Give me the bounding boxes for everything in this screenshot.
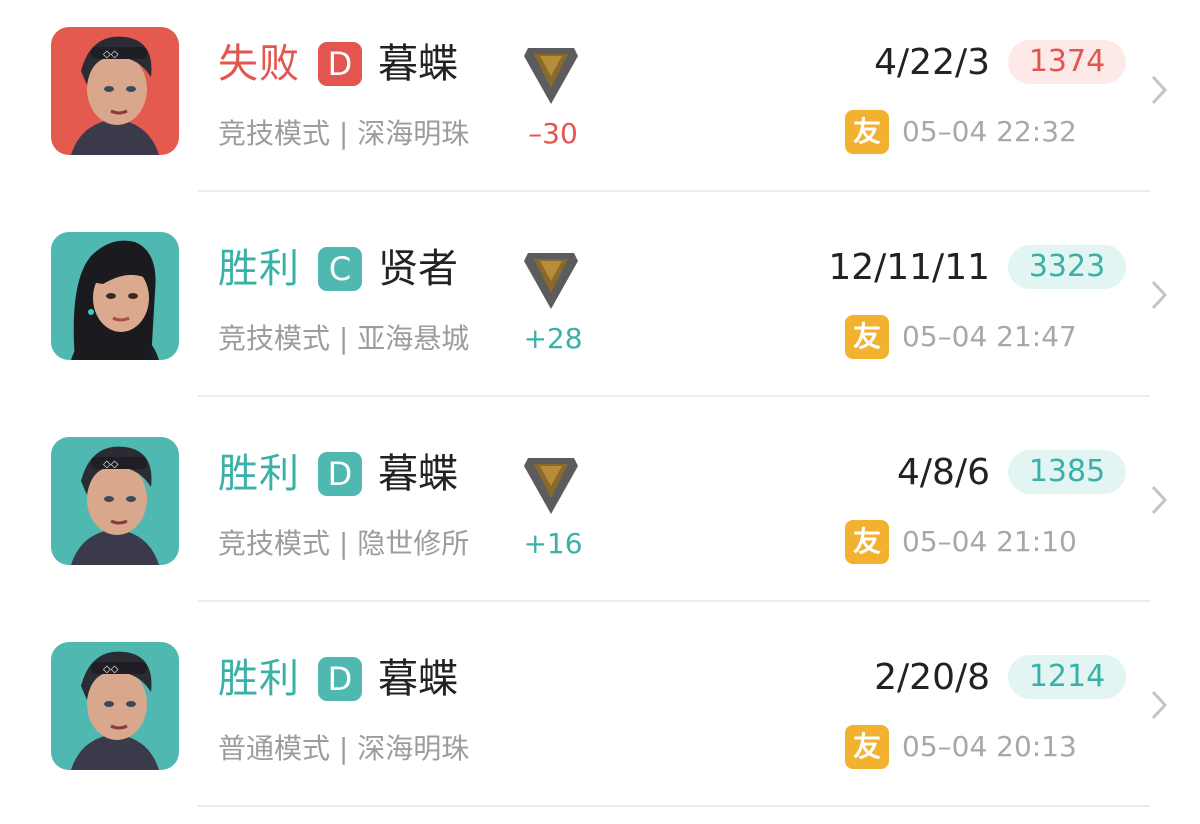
grade-badge: D	[318, 657, 362, 701]
match-time: 05–04 20:13	[902, 730, 1077, 763]
rank-diamond-icon	[524, 253, 578, 309]
match-time: 05–04 21:47	[902, 320, 1077, 353]
hero-avatar: ◇◇	[51, 437, 179, 565]
score-pill: 1214	[1008, 655, 1126, 699]
score-pill: 1385	[1008, 450, 1126, 494]
grade-badge: C	[318, 247, 362, 291]
match-result: 失败	[218, 41, 300, 87]
hero-avatar: ◇◇	[51, 642, 179, 770]
hero-avatar	[51, 232, 179, 360]
game-mode-map: 竞技模式 | 深海明珠	[218, 117, 470, 150]
match-time: 05–04 21:10	[902, 525, 1077, 558]
match-result: 胜利	[218, 246, 300, 292]
game-mode-map: 竞技模式 | 亚海悬城	[218, 322, 470, 355]
grade-badge: D	[318, 452, 362, 496]
score-pill: 3323	[1008, 245, 1126, 289]
rank-delta: +16	[523, 527, 583, 560]
hero-avatar: ◇◇	[51, 27, 179, 155]
match-result: 胜利	[218, 656, 300, 702]
hero-name: 暮蝶	[378, 41, 458, 87]
chevron-right-icon[interactable]	[1148, 277, 1170, 313]
match-row[interactable]: ◇◇ 胜利 D 暮蝶 竞技模式 | 隐世修所 +16 4/8/6 1385 友 …	[0, 410, 1200, 615]
kda: 4/8/6	[897, 452, 990, 493]
match-row[interactable]: 胜利 C 贤者 竞技模式 | 亚海悬城 +28 12/11/11 3323 友 …	[0, 205, 1200, 410]
rank-diamond-icon	[524, 458, 578, 514]
svg-text:◇◇: ◇◇	[103, 459, 119, 470]
rank-delta: +28	[523, 322, 583, 355]
game-mode-map: 普通模式 | 深海明珠	[218, 732, 470, 765]
svg-text:◇◇: ◇◇	[103, 49, 119, 60]
score-pill: 1374	[1008, 40, 1126, 84]
match-row[interactable]: ◇◇ 失败 D 暮蝶 竞技模式 | 深海明珠 –30 4/22/3 1374 友…	[0, 0, 1200, 205]
hero-name: 暮蝶	[378, 656, 458, 702]
kda: 12/11/11	[828, 247, 990, 288]
friend-badge: 友	[845, 725, 889, 769]
friend-badge: 友	[845, 315, 889, 359]
hero-name: 贤者	[378, 246, 458, 292]
rank-diamond-icon	[524, 48, 578, 104]
svg-text:◇◇: ◇◇	[103, 664, 119, 675]
kda: 2/20/8	[874, 657, 990, 698]
friend-badge: 友	[845, 110, 889, 154]
chevron-right-icon[interactable]	[1148, 72, 1170, 108]
grade-badge: D	[318, 42, 362, 86]
chevron-right-icon[interactable]	[1148, 687, 1170, 723]
game-mode-map: 竞技模式 | 隐世修所	[218, 527, 470, 560]
match-history-list: ◇◇ 失败 D 暮蝶 竞技模式 | 深海明珠 –30 4/22/3 1374 友…	[0, 0, 1200, 824]
kda: 4/22/3	[874, 42, 990, 83]
hero-name: 暮蝶	[378, 451, 458, 497]
match-row[interactable]: ◇◇ 胜利 D 暮蝶 普通模式 | 深海明珠 2/20/8 1214 友 05–…	[0, 615, 1200, 820]
match-result: 胜利	[218, 451, 300, 497]
chevron-right-icon[interactable]	[1148, 482, 1170, 518]
friend-badge: 友	[845, 520, 889, 564]
rank-delta: –30	[528, 117, 578, 150]
match-time: 05–04 22:32	[902, 115, 1077, 148]
